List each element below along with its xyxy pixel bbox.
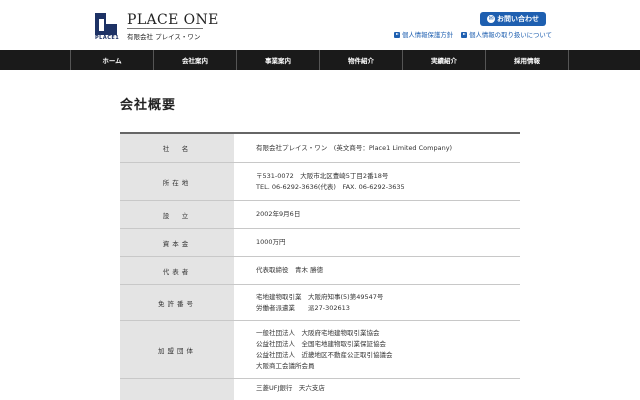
logo-mark-inner: [99, 19, 104, 31]
row-label: 設 立: [120, 201, 234, 228]
company-kana: 有限会社 プレイス・ワン: [127, 33, 201, 41]
row-value: 2002年9月6日: [234, 201, 520, 228]
row-value: 一般社団法人 大阪府宅地建物取引業協会 公益社団法人 全国宅地建物取引業保証協会…: [234, 321, 520, 378]
arrow-right-icon: [461, 31, 468, 38]
value-line: 公益社団法人 全国宅地建物取引業保証協会: [256, 339, 386, 348]
global-nav: ホーム 会社案内 事業案内 物件紹介 実績紹介 採用情報: [0, 50, 640, 70]
value-line: 三菱UFJ銀行 天六支店: [256, 384, 325, 392]
nav-item-recruit[interactable]: 採用情報: [486, 50, 569, 70]
table-row: 資本金 1000万円: [120, 229, 520, 257]
privacy-policy-link[interactable]: 個人情報保護方針: [394, 30, 453, 39]
table-row: 設 立 2002年9月6日: [120, 201, 520, 229]
table-row: 所在地 〒531-0072 大阪市北区豊崎5丁目2番18号 TEL. 06-62…: [120, 163, 520, 201]
table-row: 免許番号 宅地建物取引業 大阪府知事(5)第49547号 労働者派遣業 派27-…: [120, 285, 520, 321]
page-title: 会社概要: [120, 98, 177, 113]
row-value: 宅地建物取引業 大阪府知事(5)第49547号 労働者派遣業 派27-30261…: [234, 285, 520, 320]
value-line: 公益社団法人 近畿地区不動産公正取引協議会: [256, 350, 393, 359]
nav-item-works[interactable]: 実績紹介: [403, 50, 486, 70]
contact-button[interactable]: ✉ お問い合わせ: [480, 12, 546, 26]
table-row: 社 名 有限会社プレイス・ワン (英文商号：Place1 Limited Com…: [120, 134, 520, 163]
mail-icon: ✉: [487, 15, 495, 23]
logo-divider: [127, 28, 203, 29]
logo-sub-text: PLACE1: [95, 35, 120, 41]
value-line: 大阪商工会議所会員: [256, 361, 315, 370]
row-value: 有限会社プレイス・ワン (英文商号：Place1 Limited Company…: [234, 134, 520, 162]
header-links: 個人情報保護方針 個人情報の取り扱いについて: [394, 30, 552, 39]
table-row: 代表者 代表取締役 青木 勝徳: [120, 257, 520, 285]
row-label: 代表者: [120, 257, 234, 284]
row-label: 免許番号: [120, 285, 234, 320]
row-label: 資本金: [120, 229, 234, 256]
value-line: 労働者派遣業 派27-302613: [256, 303, 350, 312]
nav-item-company[interactable]: 会社案内: [154, 50, 237, 70]
privacy-policy-link-label: 個人情報保護方針: [402, 31, 454, 39]
row-value: 〒531-0072 大阪市北区豊崎5丁目2番18号 TEL. 06-6292-3…: [234, 163, 520, 200]
row-label: 加盟団体: [120, 321, 234, 378]
row-value: 三菱UFJ銀行 天六支店: [234, 379, 520, 400]
nav-item-home[interactable]: ホーム: [71, 50, 154, 70]
table-row: 加盟団体 一般社団法人 大阪府宅地建物取引業協会 公益社団法人 全国宅地建物取引…: [120, 321, 520, 379]
value-line: 一般社団法人 大阪府宅地建物取引業協会: [256, 328, 380, 337]
row-label: [120, 379, 234, 400]
global-nav-items: ホーム 会社案内 事業案内 物件紹介 実績紹介 採用情報: [70, 50, 569, 70]
row-label: 社 名: [120, 134, 234, 162]
value-line: 宅地建物取引業 大阪府知事(5)第49547号: [256, 292, 384, 301]
value-line: 有限会社プレイス・ワン (英文商号：Place1 Limited Company…: [256, 143, 453, 152]
row-label: 所在地: [120, 163, 234, 200]
logo-icon[interactable]: [95, 13, 117, 35]
value-line: 〒531-0072 大阪市北区豊崎5丁目2番18号: [256, 171, 389, 180]
contact-button-label: お問い合わせ: [497, 15, 539, 23]
value-line: 代表取締役 青木 勝徳: [256, 266, 324, 274]
value-line: 2002年9月6日: [256, 210, 301, 218]
table-row: 三菱UFJ銀行 天六支店: [120, 379, 520, 400]
value-line: TEL. 06-6292-3636(代表) FAX. 06-6292-3635: [256, 182, 405, 191]
arrow-right-icon: [394, 31, 400, 38]
row-value: 1000万円: [234, 229, 520, 256]
privacy-handling-link[interactable]: 個人情報の取り扱いについて: [461, 30, 552, 39]
privacy-handling-link-label: 個人情報の取り扱いについて: [469, 31, 553, 39]
logo-mark-cut: [106, 13, 117, 24]
value-line: 1000万円: [256, 238, 286, 246]
row-value: 代表取締役 青木 勝徳: [234, 257, 520, 284]
nav-item-properties[interactable]: 物件紹介: [320, 50, 403, 70]
site-header: PLACE1 PLACE ONE 有限会社 プレイス・ワン ✉ お問い合わせ 個…: [0, 0, 640, 50]
company-info-table: 社 名 有限会社プレイス・ワン (英文商号：Place1 Limited Com…: [120, 132, 520, 400]
logo-text[interactable]: PLACE ONE: [127, 12, 219, 28]
nav-item-business[interactable]: 事業案内: [237, 50, 320, 70]
